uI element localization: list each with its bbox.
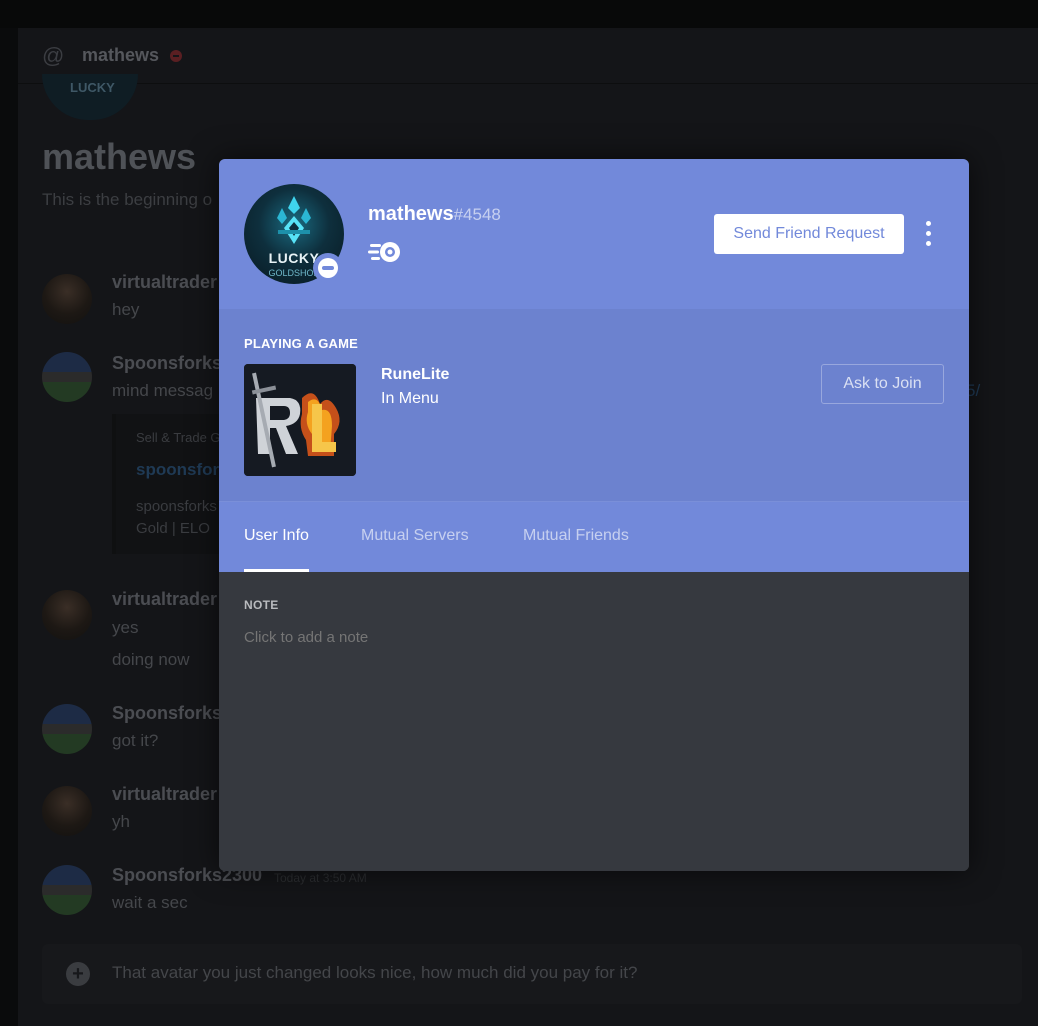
message-text: got it? bbox=[112, 731, 159, 750]
dnd-status-icon bbox=[318, 258, 338, 278]
left-strip bbox=[0, 28, 18, 1026]
header-username: mathews bbox=[82, 45, 160, 65]
note-input[interactable] bbox=[244, 625, 924, 649]
message-avatar[interactable] bbox=[42, 274, 92, 324]
message-input-text[interactable]: That avatar you just changed looks nice,… bbox=[112, 963, 637, 983]
profile-username: mathews#4548 bbox=[368, 203, 501, 225]
dm-subtitle: This is the beginning o bbox=[42, 190, 213, 209]
message-avatar[interactable] bbox=[42, 590, 92, 640]
message-author[interactable]: virtualtrader bbox=[112, 784, 217, 805]
message-author[interactable]: virtualtrader bbox=[112, 589, 217, 610]
message-author[interactable]: Spoonsforks2 bbox=[112, 353, 232, 374]
runelite-logo-icon bbox=[244, 364, 356, 476]
at-icon: @ bbox=[42, 43, 65, 68]
activity-section: PLAYING A GAME RuneLite In Menu Ask to J… bbox=[219, 309, 969, 502]
dm-avatar: LUCKY bbox=[42, 74, 138, 120]
tab-mutual-servers[interactable]: Mutual Servers bbox=[361, 527, 469, 572]
message-text: mind messag bbox=[112, 381, 214, 400]
message-text: yh bbox=[112, 812, 130, 831]
user-profile-modal: LUCKY GOLDSHOP mathews#4548 Send Friend … bbox=[219, 159, 969, 871]
message-text: yes bbox=[112, 618, 139, 637]
embed-source: Sell & Trade G bbox=[136, 430, 221, 445]
profile-tabs: User Info Mutual Servers Mutual Friends bbox=[219, 502, 969, 572]
game-name: RuneLite bbox=[381, 366, 450, 383]
message-author[interactable]: Spoonsforks2 bbox=[112, 703, 232, 724]
embed-description: spoonsforks Gold | ELO bbox=[136, 498, 217, 537]
message-text: wait a sec bbox=[112, 893, 188, 912]
message-timestamp: Today at 3:50 AM bbox=[274, 871, 367, 885]
top-bar bbox=[0, 0, 1038, 28]
dnd-status-icon bbox=[170, 50, 182, 62]
tab-user-info[interactable]: User Info bbox=[244, 527, 309, 572]
message-avatar[interactable] bbox=[42, 352, 92, 402]
plus-icon[interactable]: + bbox=[66, 962, 90, 986]
note-label: NOTE bbox=[244, 598, 279, 612]
activity-header: PLAYING A GAME bbox=[244, 336, 359, 351]
message-text: doing now bbox=[112, 650, 190, 669]
profile-header: LUCKY GOLDSHOP mathews#4548 Send Friend … bbox=[219, 159, 969, 309]
ask-to-join-button[interactable]: Ask to Join bbox=[821, 364, 944, 404]
game-state: In Menu bbox=[381, 390, 439, 407]
message-avatar[interactable] bbox=[42, 704, 92, 754]
message-embed: Sell & Trade G spoonsfor spoonsforks Gol… bbox=[112, 414, 222, 554]
message-text: hey bbox=[112, 300, 140, 319]
message-input-bar[interactable]: + That avatar you just changed looks nic… bbox=[42, 944, 1022, 1004]
game-icon bbox=[244, 364, 356, 476]
more-options-icon[interactable] bbox=[919, 219, 939, 249]
dm-title: mathews bbox=[42, 136, 197, 177]
send-friend-request-button[interactable]: Send Friend Request bbox=[714, 214, 904, 254]
crystal-icon bbox=[277, 196, 311, 244]
tab-mutual-friends[interactable]: Mutual Friends bbox=[523, 527, 629, 572]
message-avatar[interactable] bbox=[42, 865, 92, 915]
nitro-badge-icon[interactable] bbox=[368, 239, 404, 265]
embed-title-link[interactable]: spoonsfor bbox=[136, 460, 219, 480]
channel-header: @ mathews bbox=[18, 28, 1038, 84]
profile-discriminator: #4548 bbox=[453, 205, 501, 224]
user-info-panel: NOTE bbox=[219, 572, 969, 871]
message-avatar[interactable] bbox=[42, 786, 92, 836]
message-author[interactable]: virtualtrader bbox=[112, 272, 217, 293]
